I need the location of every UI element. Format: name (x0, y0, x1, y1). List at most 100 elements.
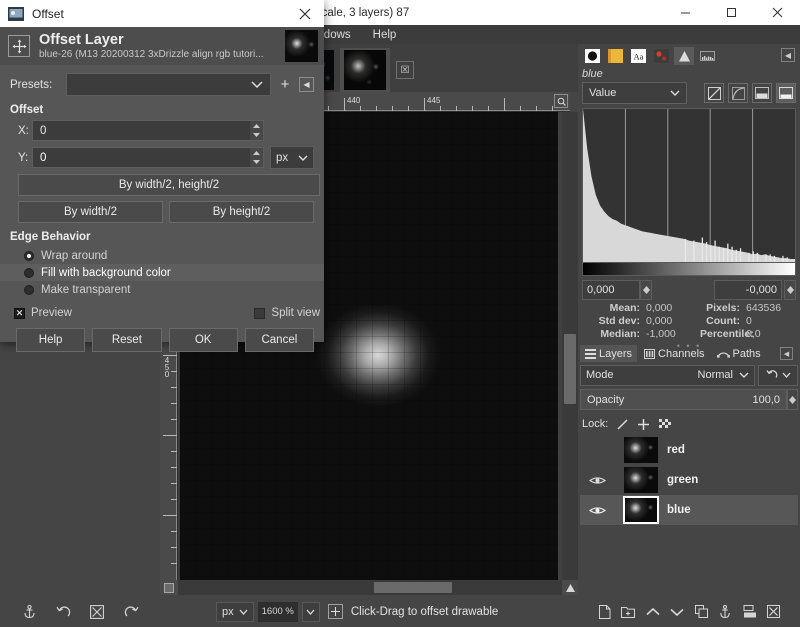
unit-selector-value: px (222, 605, 234, 618)
anchor-layer-icon[interactable] (715, 602, 735, 622)
chevron-down-icon (739, 372, 749, 378)
by-width-height-button[interactable]: By width/2, height/2 (18, 174, 320, 196)
histogram-range-high-input[interactable]: -0,000 (714, 280, 782, 300)
layers-dock-menu-icon[interactable]: ◀ (780, 347, 793, 360)
help-button[interactable]: Help (16, 328, 86, 352)
document-history-tab[interactable] (651, 47, 671, 65)
canvas-vertical-scrollbar[interactable] (562, 112, 578, 580)
canvas-horizontal-scrollbar[interactable] (178, 580, 562, 595)
by-width-button[interactable]: By width/2 (18, 201, 163, 223)
offset-unit-select[interactable]: px (270, 146, 314, 169)
radio-wrap-around[interactable] (24, 250, 34, 261)
histogram-range-low-stepper[interactable] (640, 280, 652, 300)
layer-visibility-toggle-green[interactable] (580, 475, 614, 486)
layer-thumbnail-red[interactable] (624, 437, 658, 463)
image-tab-2[interactable] (340, 48, 390, 92)
delete-layer-icon[interactable] (764, 602, 784, 622)
layer-row-red[interactable]: red (580, 435, 798, 465)
radio-fill-background[interactable] (24, 267, 34, 278)
histogram-range-high-stepper[interactable] (784, 280, 796, 300)
fit-histogram-icon[interactable] (752, 83, 772, 103)
layer-opacity-slider[interactable]: Opacity 100,0 (580, 389, 787, 410)
layers-list[interactable]: red green blue (580, 435, 798, 560)
quick-mask-toggle-icon[interactable] (160, 580, 178, 595)
add-preset-icon[interactable]: + (277, 76, 293, 94)
layer-visibility-toggle-blue[interactable] (580, 505, 614, 516)
layer-thumbnail-green[interactable] (624, 467, 658, 493)
zoom-dropdown-button[interactable] (301, 601, 320, 622)
lock-pixels-icon[interactable] (616, 418, 629, 431)
offset-y-input[interactable]: 0 (32, 147, 264, 168)
menu-help[interactable]: Help (369, 28, 401, 42)
layer-name-red[interactable]: red (658, 444, 685, 456)
zoom-level-input[interactable]: 1600 % (257, 601, 298, 622)
histogram-plot[interactable] (582, 108, 796, 263)
vertical-scrollbar-thumb[interactable] (564, 334, 576, 404)
unit-selector[interactable]: px (216, 601, 254, 622)
reset-button[interactable]: Reset (92, 328, 162, 352)
tab-channels[interactable]: Channels (639, 345, 709, 362)
lower-layer-icon[interactable] (667, 602, 687, 622)
offset-y-row: Y: 0 px (10, 146, 314, 169)
by-height-button[interactable]: By height/2 (169, 201, 314, 223)
horizontal-scrollbar-thumb[interactable] (374, 582, 452, 593)
histogram-channel-select[interactable]: Value (582, 82, 687, 104)
dock-menu-icon[interactable]: ◀ (781, 48, 795, 62)
offset-dialog-close-button[interactable] (290, 0, 320, 27)
presets-menu-icon[interactable]: ◀ (299, 77, 314, 92)
histogram-svg (583, 109, 795, 262)
histogram-range-low-input[interactable]: 0,000 (582, 280, 640, 300)
fonts-tab[interactable]: Aa (628, 47, 648, 65)
layer-mode-select[interactable]: Mode Normal (580, 364, 755, 386)
presets-row: Presets: + ◀ (10, 73, 314, 96)
pointer-tab[interactable] (697, 47, 717, 65)
full-histogram-icon[interactable] (776, 83, 796, 103)
redo-icon[interactable] (121, 602, 141, 622)
anchor-icon[interactable] (19, 602, 39, 622)
layer-row-green[interactable]: green (580, 465, 798, 495)
duplicate-layer-icon[interactable] (691, 602, 711, 622)
linear-view-icon[interactable] (704, 83, 724, 103)
offset-x-stepper[interactable] (250, 121, 263, 140)
preview-checkbox[interactable]: ✕ (14, 307, 25, 319)
layer-thumbnail-blue[interactable] (623, 496, 659, 524)
tab-layers[interactable]: Layers (580, 345, 638, 362)
offset-y-stepper[interactable] (250, 148, 263, 167)
close-tab-icon[interactable]: ☒ (396, 61, 414, 79)
maximize-button[interactable] (708, 0, 754, 25)
edge-option-fill-background[interactable]: Fill with background color (0, 264, 324, 281)
lock-alpha-icon[interactable] (658, 418, 672, 431)
zoom-image-icon[interactable] (554, 94, 568, 108)
presets-select[interactable] (66, 73, 271, 96)
offset-dialog-actions: Help Reset OK Cancel (16, 328, 314, 352)
tab-paths[interactable]: Paths (712, 345, 766, 362)
offset-x-input[interactable]: 0 (32, 120, 264, 141)
minimize-button[interactable] (662, 0, 708, 25)
layer-mode-extra-options[interactable] (758, 364, 798, 386)
layer-name-blue[interactable]: blue (658, 504, 691, 516)
close-button[interactable] (754, 0, 800, 25)
radio-make-transparent[interactable] (24, 284, 34, 295)
navigation-preview-icon[interactable] (562, 580, 578, 595)
logarithmic-view-icon[interactable] (728, 83, 748, 103)
cancel-icon[interactable] (87, 602, 107, 622)
lock-position-icon[interactable] (637, 418, 650, 431)
stat-count-value: 0 (746, 315, 752, 327)
raise-layer-icon[interactable] (643, 602, 663, 622)
ok-button[interactable]: OK (168, 328, 238, 352)
edge-option-wrap-around[interactable]: Wrap around (10, 247, 314, 264)
new-layer-icon[interactable] (594, 602, 614, 622)
new-layer-group-icon[interactable] (618, 602, 638, 622)
brushes-tab[interactable] (582, 47, 602, 65)
undo-icon[interactable] (53, 602, 73, 622)
histogram-tab[interactable] (674, 47, 694, 65)
patterns-tab[interactable] (605, 47, 625, 65)
layer-row-blue[interactable]: blue (580, 495, 798, 525)
cancel-button[interactable]: Cancel (244, 328, 314, 352)
edge-option-make-transparent[interactable]: Make transparent (10, 281, 314, 298)
layer-name-green[interactable]: green (658, 474, 698, 486)
merge-down-icon[interactable] (740, 602, 760, 622)
layer-opacity-stepper[interactable] (787, 389, 798, 410)
split-view-checkbox[interactable] (254, 307, 266, 319)
layer-mode-label: Mode (586, 369, 614, 381)
